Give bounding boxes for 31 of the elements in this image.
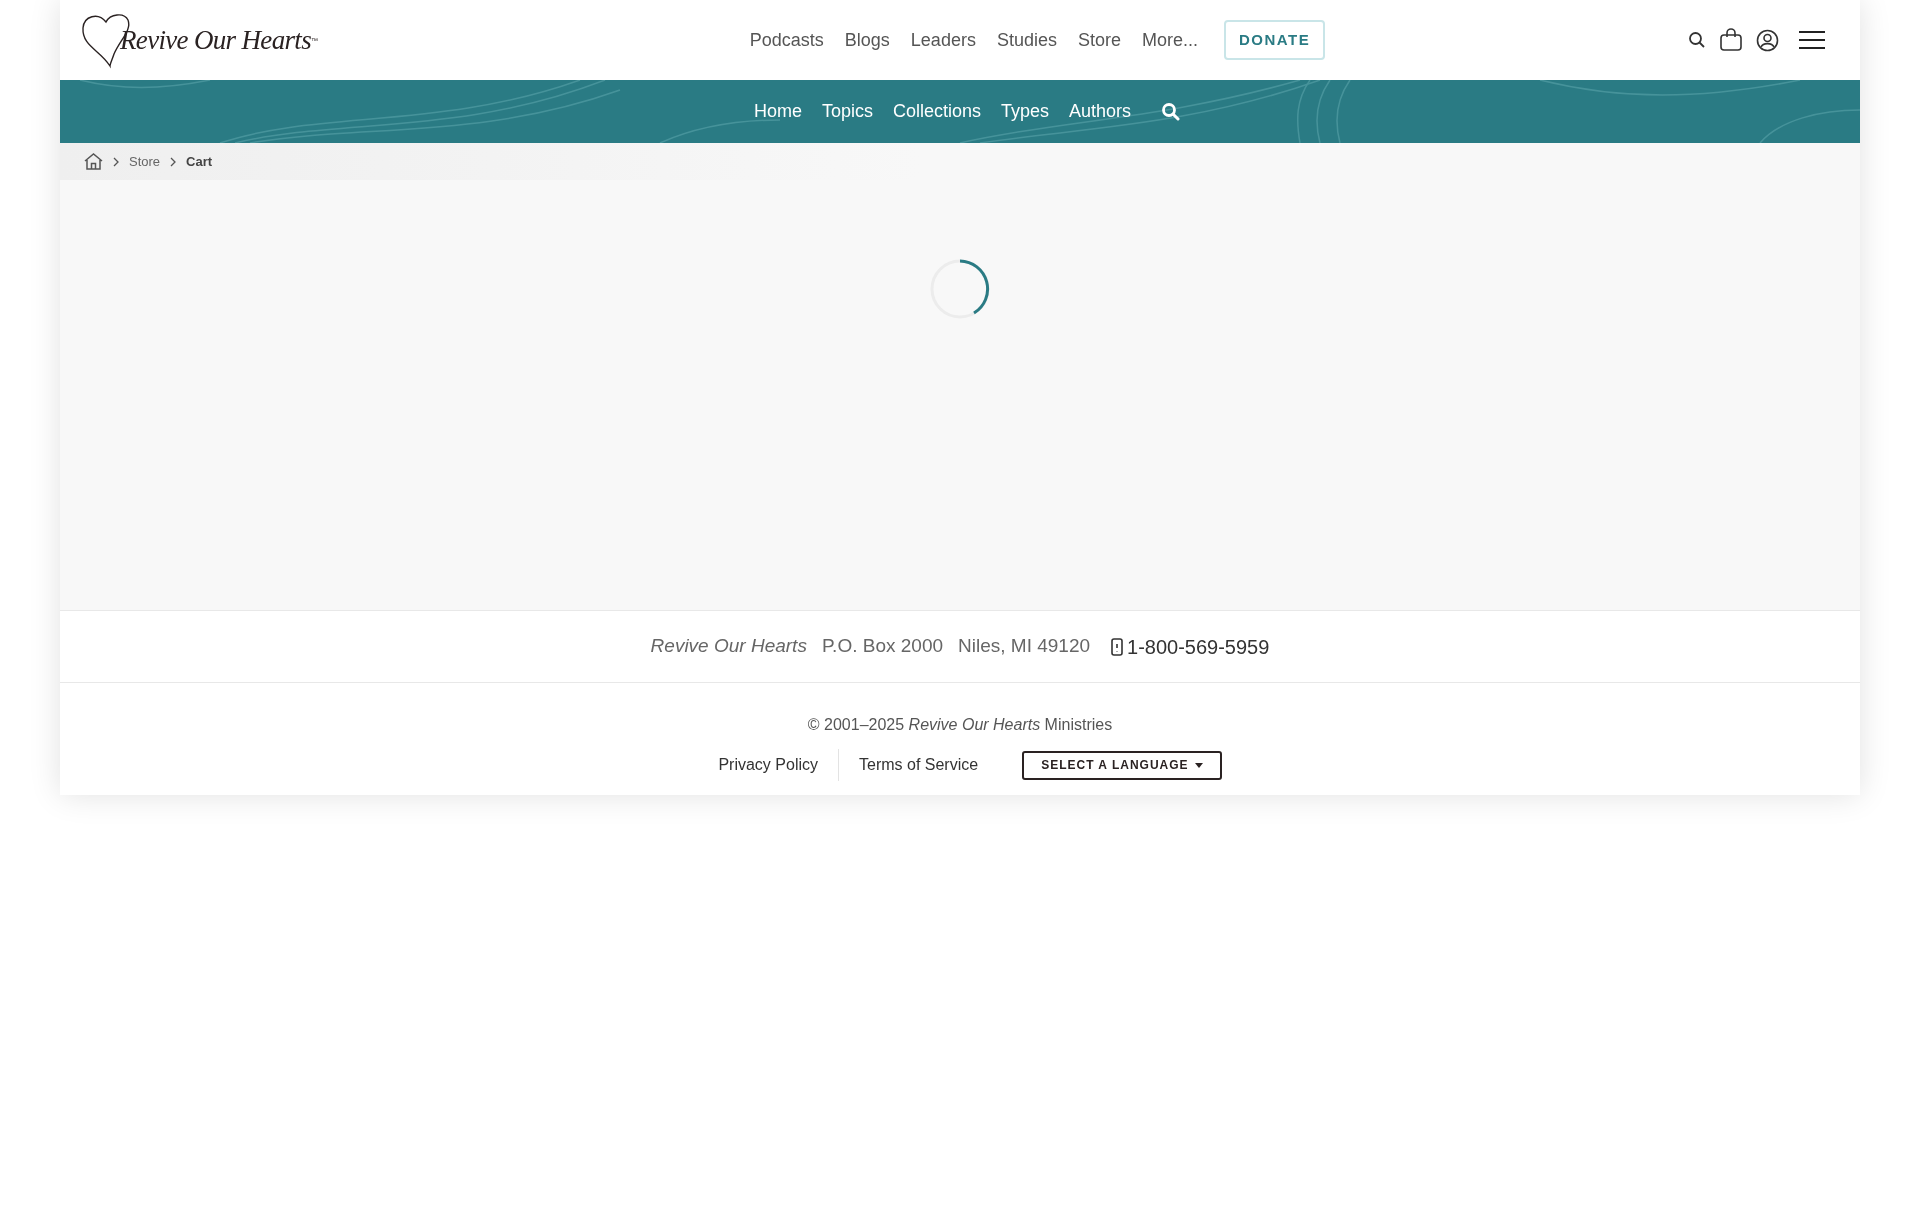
nav-link[interactable]: Leaders xyxy=(910,26,976,54)
footer-link[interactable]: Terms of Service xyxy=(838,749,999,781)
phone-icon xyxy=(1111,637,1124,656)
search-icon[interactable] xyxy=(1688,31,1706,49)
sub-nav-link[interactable]: Topics xyxy=(821,98,873,125)
shopping-bag-icon[interactable] xyxy=(1720,28,1742,52)
sub-nav-link[interactable]: Collections xyxy=(892,98,981,125)
organization-name: Revive Our Hearts xyxy=(650,634,807,659)
nav-link[interactable]: More... xyxy=(1142,26,1198,54)
chevron-icon xyxy=(170,156,177,167)
menu-icon[interactable] xyxy=(1799,30,1825,50)
nav-link[interactable]: Store xyxy=(1077,26,1121,54)
address-text: P.O. Box 2000 xyxy=(821,634,943,659)
phone-number: 1-800-569-5959 xyxy=(1127,634,1270,660)
caret-icon xyxy=(1194,762,1203,768)
home-icon[interactable] xyxy=(84,153,103,170)
sub-nav-link[interactable]: Types xyxy=(1001,98,1050,125)
nav-link[interactable]: Blogs xyxy=(844,26,890,54)
nav-link[interactable]: Studies xyxy=(996,26,1057,54)
chevron-icon xyxy=(113,156,119,167)
sub-nav-link[interactable]: Authors xyxy=(1069,98,1132,125)
copyright-text: © 2001–2025 Revive Our Hearts Ministries xyxy=(807,715,1113,735)
donate-button[interactable]: DONATE xyxy=(1224,20,1326,60)
breadcrumb-link[interactable]: Store xyxy=(129,151,161,172)
sub-nav-link[interactable]: Home xyxy=(753,98,802,125)
address-text: Niles, MI 49120 xyxy=(958,634,1091,659)
nav-link[interactable]: Podcasts xyxy=(749,26,824,54)
logo-text: Revive Our Hearts xyxy=(120,23,311,57)
footer-link[interactable]: Privacy Policy xyxy=(698,753,838,777)
user-icon[interactable] xyxy=(1756,28,1779,52)
language-select-button[interactable]: SELECT A LANGUAGE xyxy=(1022,750,1222,780)
